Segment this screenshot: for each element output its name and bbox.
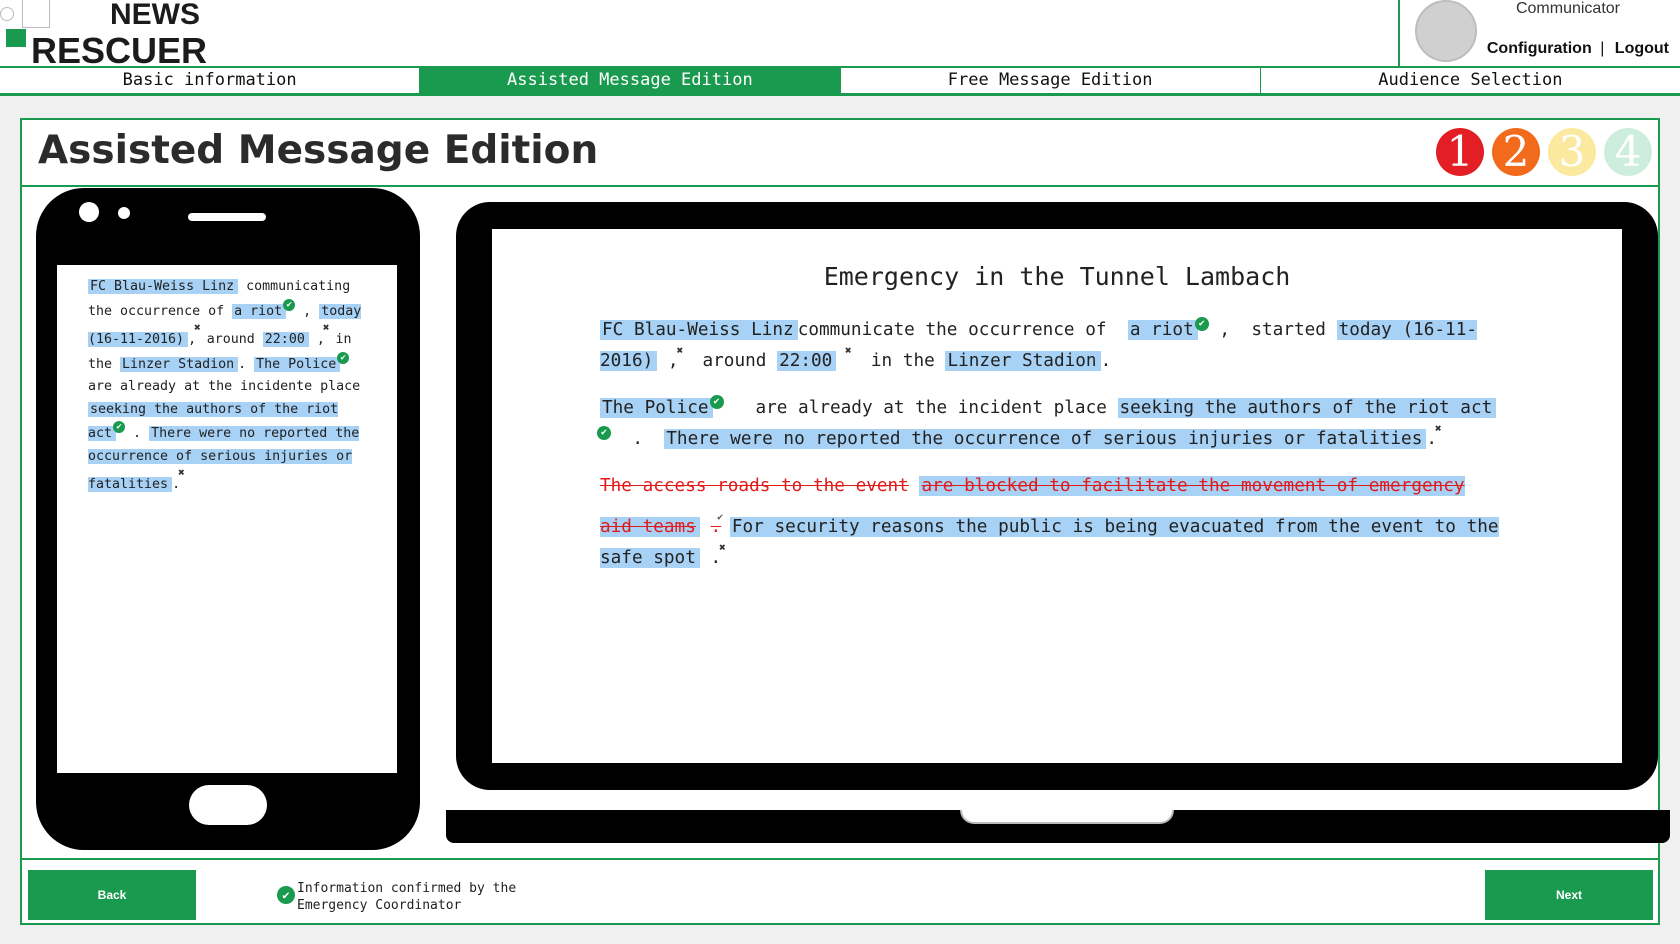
phone-text-static: . [172,477,181,492]
tab-audience-selection[interactable]: Audience Selection [1261,68,1680,93]
chunk-sender[interactable]: FC Blau-Weiss Linz [600,320,798,340]
check-circle-icon: ✔ [277,886,295,904]
text-static: started [1251,320,1326,340]
text-static-removed: . [710,517,722,537]
step-indicator-3[interactable]: 3 [1548,128,1596,176]
back-button[interactable]: Back [28,870,196,920]
link-separator: | [1600,40,1605,57]
logo-square-outline-shape [22,0,50,28]
text-static: in the [870,351,935,371]
phone-chunk-sender[interactable]: FC Blau-Weiss Linz [88,279,239,294]
page-title: Assisted Message Edition [38,128,599,173]
logout-link[interactable]: Logout [1615,40,1669,57]
phone-text-static: , [188,332,197,347]
phone-chunk-event[interactable]: a riot [232,303,287,319]
tab-assisted-message-edition[interactable]: Assisted Message Edition [420,68,841,93]
header-divider [1398,0,1400,66]
phone-text-static: . [238,356,247,372]
phone-chunk-injuries[interactable]: There were no reported the occurrence of… [88,426,360,492]
phone-home-button [189,785,267,825]
configuration-link[interactable]: Configuration [1487,40,1592,57]
phone-speaker [188,213,266,221]
phone-text-static: around [206,332,255,347]
phone-text-static: are already at the incidente place [88,379,361,394]
text-static: . [1100,351,1112,371]
user-role: Communicator [1515,0,1620,17]
text-static: , [1219,320,1231,340]
phone-text-static: , [303,303,312,319]
footer-divider [22,858,1658,860]
tab-free-message-edition[interactable]: Free Message Edition [841,68,1261,93]
close-x-icon[interactable]: ✖ [1435,423,1442,434]
phone-chunk-police[interactable]: The Police [254,356,341,372]
header-links: Configuration | Logout [1487,40,1669,58]
logo-circle-shape [0,7,14,21]
confirmation-legend: ✔ Information confirmed by the Emergency… [277,880,557,914]
check-small-icon: ✔ [717,512,724,523]
check-circle-icon: ✔ [709,395,724,409]
message-paragraph-3: The access roads to the event are blocke… [600,471,1500,574]
next-button[interactable]: Next [1485,870,1653,920]
close-x-icon[interactable]: ✖ [677,345,684,356]
close-x-icon[interactable]: ✖ [178,467,185,478]
phone-screen: FC Blau-Weiss Linz communicating the occ… [57,265,397,773]
phone-preview: FC Blau-Weiss Linz communicating the occ… [36,188,420,850]
phone-text-static: , [316,332,325,347]
laptop-preview: Emergency in the Tunnel Lambach FC Blau-… [456,202,1658,790]
step-indicator-1[interactable]: 1 [1436,128,1484,176]
chunk-seeking[interactable]: seeking the authors of the riot act [1117,398,1497,418]
text-static: communicate the occurrence of [797,320,1107,340]
step-indicator-2[interactable]: 2 [1492,128,1540,176]
phone-sensor [118,207,130,219]
chunk-evacuation[interactable]: For security reasons the public is being… [600,517,1499,568]
message-paragraph-1: FC Blau-Weiss Linz communicate the occurr… [600,315,1500,377]
phone-text-static: . [133,426,142,441]
close-x-icon[interactable]: ✖ [194,322,201,333]
phone-chunk-time[interactable]: 22:00 [262,332,309,347]
message-title: Emergency in the Tunnel Lambach [823,262,1291,291]
message-paragraph-2: The Police ✔ are already at the incident … [597,393,1500,455]
check-circle-icon: ✔ [283,298,296,311]
close-x-icon[interactable]: ✖ [719,542,726,553]
main-panel: Assisted Message Edition 1 2 3 4 FC Blau… [20,118,1670,925]
check-circle-icon: ✔ [337,351,350,364]
laptop-message: FC Blau-Weiss Linz communicate the occurr… [597,315,1500,590]
logo-square-filled-shape [6,29,26,47]
chunk-location[interactable]: Linzer Stadion [945,351,1101,371]
text-static: are already at the incident place [755,398,1107,418]
title-bar: Assisted Message Edition 1 2 3 4 [22,120,1658,187]
tab-bar: Basic information Assisted Message Editi… [0,66,1680,96]
laptop-screen: Emergency in the Tunnel Lambach FC Blau-… [492,229,1622,763]
avatar[interactable] [1415,0,1477,62]
text-static: . [632,429,643,449]
chunk-event[interactable]: a riot [1127,320,1198,340]
check-circle-icon: ✔ [597,426,611,440]
close-x-icon[interactable]: ✖ [845,345,852,356]
chunk-injuries[interactable]: There were no reported the occurrence of… [664,429,1427,449]
text-static: around [702,351,767,371]
close-x-icon[interactable]: ✖ [323,322,330,333]
chunk-removed-access-roads[interactable]: The access roads to the event [600,476,909,496]
phone-camera [79,202,99,222]
legend-text: Information confirmed by the Emergency C… [297,881,517,913]
logo-news-text: NEWS [110,0,200,31]
check-circle-icon: ✔ [1194,317,1209,331]
step-indicator-4[interactable]: 4 [1604,128,1652,176]
chunk-time[interactable]: 22:00 [777,351,837,371]
header: NEWS RESCUER Communicator Configuration … [0,0,1680,71]
check-circle-icon: ✔ [113,421,126,433]
phone-chunk-location[interactable]: Linzer Stadion [120,356,239,372]
phone-message: FC Blau-Weiss Linz communicating the occ… [88,276,368,497]
tab-basic-information[interactable]: Basic information [0,68,421,93]
laptop-notch [960,810,1174,824]
chunk-police[interactable]: The Police [600,398,713,418]
